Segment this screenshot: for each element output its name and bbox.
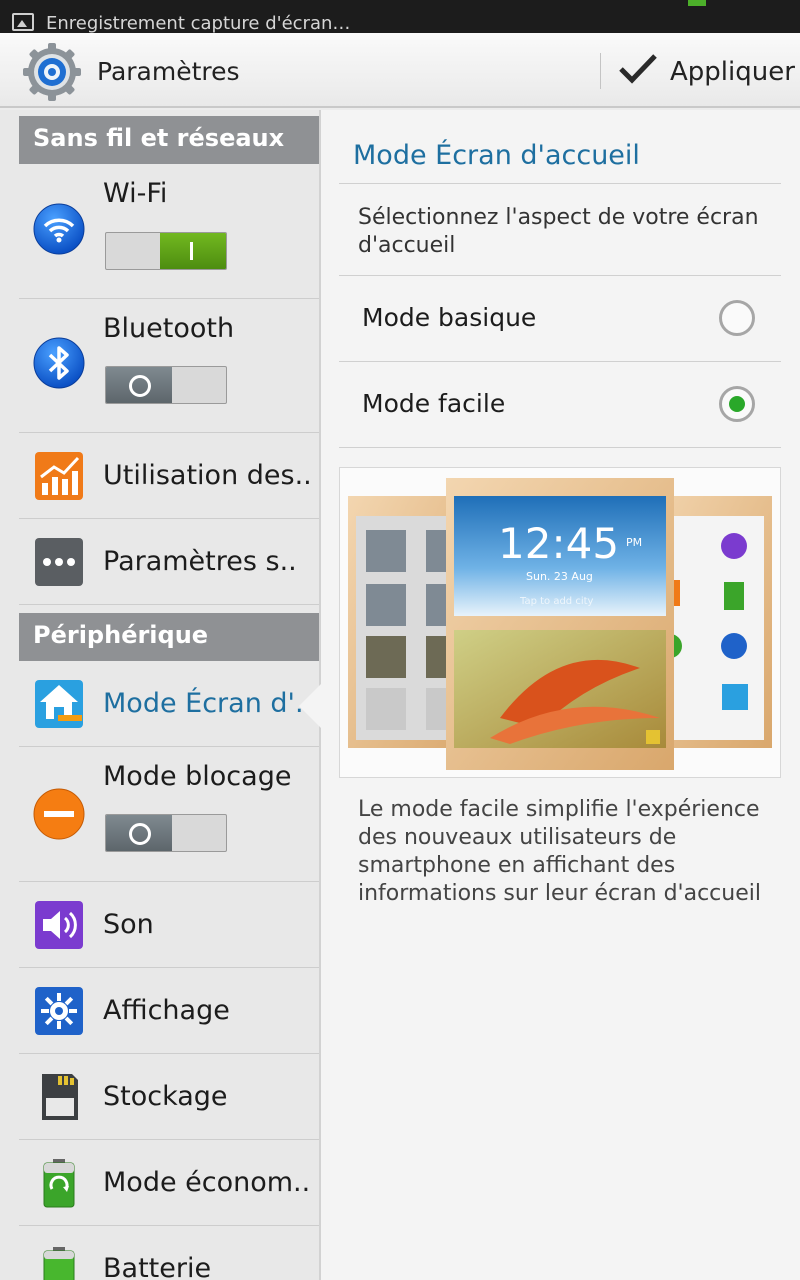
blocking-mode-icon xyxy=(33,788,85,840)
status-bar: Enregistrement capture d'écran… xyxy=(0,0,800,33)
sound-icon xyxy=(35,901,83,949)
action-divider xyxy=(600,53,601,89)
storage-label: Stockage xyxy=(103,1081,228,1112)
sound-label: Son xyxy=(103,909,154,940)
option-easy-mode[interactable]: Mode facile xyxy=(339,362,781,448)
toggle-knob xyxy=(106,815,172,851)
wifi-label: Wi-Fi xyxy=(103,178,168,209)
power-saving-icon xyxy=(43,1159,75,1208)
bluetooth-label: Bluetooth xyxy=(103,313,235,344)
data-usage-icon xyxy=(35,452,83,500)
divider xyxy=(339,447,781,448)
wifi-toggle[interactable] xyxy=(105,232,227,270)
battery-indicator-icon xyxy=(688,0,706,6)
option-label: Mode basique xyxy=(362,303,537,332)
settings-list[interactable]: Sans fil et réseaux Wi-Fi Bluetooth Util… xyxy=(0,110,320,1280)
easy-mode-preview-image: 12:45 PM Sun. 23 Aug Tap to add city xyxy=(339,467,781,778)
display-icon xyxy=(35,987,83,1035)
home-screen-icon xyxy=(35,680,83,728)
battery-icon xyxy=(43,1247,75,1280)
preview-clock: 12:45 xyxy=(498,519,619,568)
list-item-sound[interactable]: Son xyxy=(19,882,319,968)
preview-date: Sun. 23 Aug xyxy=(526,570,593,583)
more-dots-icon xyxy=(35,538,83,586)
apply-label: Appliquer xyxy=(670,57,795,87)
blocking-mode-toggle[interactable] xyxy=(105,814,227,852)
bluetooth-toggle[interactable] xyxy=(105,366,227,404)
list-item-storage[interactable]: Stockage xyxy=(19,1054,319,1140)
list-item-display[interactable]: Affichage xyxy=(19,968,319,1054)
image-icon xyxy=(12,13,34,31)
checkmark-icon xyxy=(619,54,657,84)
detail-title: Mode Écran d'accueil xyxy=(353,140,640,171)
preview-illustration: 12:45 PM Sun. 23 Aug Tap to add city xyxy=(348,478,772,770)
settings-gear-icon[interactable] xyxy=(22,42,82,102)
toggle-knob xyxy=(106,367,172,403)
action-bar: Paramètres Appliquer xyxy=(0,33,800,108)
detail-description: Sélectionnez l'aspect de votre écran d'a… xyxy=(358,205,759,258)
list-item-power-saving[interactable]: Mode économ.. xyxy=(19,1140,319,1226)
wifi-icon xyxy=(33,203,85,255)
list-item-blocking-mode[interactable]: Mode blocage xyxy=(19,747,319,882)
detail-panel: Mode Écran d'accueil Sélectionnez l'aspe… xyxy=(321,110,800,1280)
app-title: Paramètres xyxy=(97,57,240,86)
category-device: Périphérique xyxy=(19,613,319,661)
preview-ampm: PM xyxy=(626,536,642,549)
list-item-bluetooth[interactable]: Bluetooth xyxy=(19,299,319,433)
list-item-wifi[interactable]: Wi-Fi xyxy=(19,164,319,299)
home-screen-label: Mode Écran d'.. xyxy=(103,688,313,719)
option-label: Mode facile xyxy=(362,389,506,418)
apply-button[interactable]: Appliquer xyxy=(602,33,800,108)
radio-easy-mode[interactable] xyxy=(719,386,755,422)
list-item-more-settings[interactable]: Paramètres s.. xyxy=(19,519,319,605)
display-label: Affichage xyxy=(103,995,230,1026)
detail-footer-text: Le mode facile simplifie l'expérience de… xyxy=(358,797,761,906)
battery-label: Batterie xyxy=(103,1253,212,1280)
list-item-data-usage[interactable]: Utilisation des.. xyxy=(19,433,319,519)
preview-hint: Tap to add city xyxy=(519,596,594,607)
list-item-home-screen-mode[interactable]: Mode Écran d'.. xyxy=(19,661,319,747)
more-settings-label: Paramètres s.. xyxy=(103,546,297,577)
toggle-knob xyxy=(160,233,226,269)
power-saving-label: Mode économ.. xyxy=(103,1167,311,1198)
bluetooth-icon xyxy=(33,337,85,389)
data-usage-label: Utilisation des.. xyxy=(103,460,312,491)
title-divider xyxy=(339,183,781,184)
notification-text: Enregistrement capture d'écran… xyxy=(46,13,351,33)
radio-basic-mode[interactable] xyxy=(719,300,755,336)
category-wireless: Sans fil et réseaux xyxy=(19,116,319,164)
option-basic-mode[interactable]: Mode basique xyxy=(339,276,781,362)
selection-pointer xyxy=(299,684,321,728)
sd-card-icon xyxy=(42,1074,78,1120)
list-item-battery[interactable]: Batterie xyxy=(19,1226,319,1280)
blocking-mode-label: Mode blocage xyxy=(103,761,292,792)
